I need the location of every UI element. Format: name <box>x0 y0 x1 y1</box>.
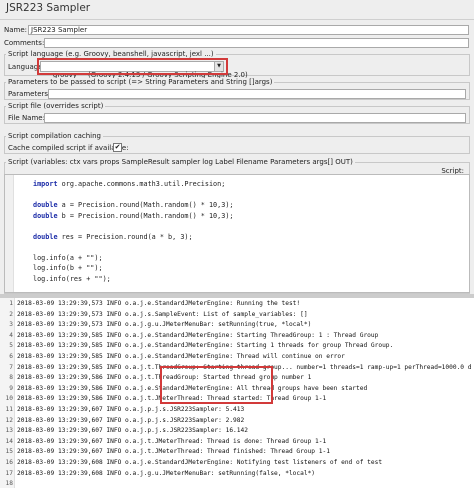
code-line: log.info(b + ""); <box>33 264 103 272</box>
sampler-config-panel: JSR223 Sampler Name: JSR223 Sampler Comm… <box>0 0 474 295</box>
log-line: 2018-03-09 13:29:39,607 INFO o.a.j.t.JMe… <box>17 437 327 445</box>
code-keyword: double <box>33 211 58 220</box>
file-name-label: File Name: <box>8 114 45 122</box>
code-text: b = Precision.round(Math.random() * 10,3… <box>57 211 234 220</box>
code-line: double b = Precision.round(Math.random()… <box>33 212 234 220</box>
log-line: 2018-03-09 13:29:39,585 INFO o.a.j.e.Sta… <box>17 353 345 360</box>
log-line-number: 7 <box>9 363 13 371</box>
log-line: 2018-03-09 13:29:39,573 INFO o.a.j.s.Sam… <box>17 310 308 318</box>
script-group-title: Script (variables: ctx vars props Sample… <box>6 158 355 166</box>
script-editor[interactable]: import org.apache.commons.math3.util.Pre… <box>4 174 470 293</box>
language-highlight <box>37 58 228 75</box>
log-line: 2018-03-09 13:29:39,607 INFO o.a.j.p.j.s… <box>17 427 248 435</box>
parameters-label: Parameters: <box>8 90 51 98</box>
log-line-number: 1 <box>9 300 13 307</box>
log-line: 2018-03-09 13:29:39,585 INFO o.a.j.e.Sta… <box>17 342 394 350</box>
log-line-number: 9 <box>9 384 13 392</box>
log-line: 2018-03-09 13:29:39,573 INFO o.a.j.e.Sta… <box>17 300 301 307</box>
code-text: log.info(b + ""); <box>33 264 103 272</box>
log-line: 2018-03-09 13:29:39,607 INFO o.a.j.p.j.s… <box>17 406 245 413</box>
code-line: double a = Precision.round(Math.random()… <box>33 201 234 209</box>
panel-title: JSR223 Sampler <box>6 2 91 14</box>
script-file-group-title: Script file (overrides script) <box>6 102 106 110</box>
code-line: double res = Precision.round(a * b, 3); <box>33 233 193 241</box>
code-text: org.apache.commons.math3.util.Precision; <box>57 180 226 188</box>
log-line-number: 14 <box>5 437 13 445</box>
log-line: 2018-03-09 13:29:39,607 INFO o.a.j.t.JMe… <box>17 448 330 456</box>
code-line: log.info(a + ""); <box>33 254 103 262</box>
log-line-number: 10 <box>5 395 13 403</box>
code-keyword: import <box>33 180 58 188</box>
code-text: log.info(res + ""); <box>33 274 111 283</box>
log-line-number: 6 <box>9 353 13 360</box>
sampler-output-highlight <box>160 366 273 404</box>
title-divider <box>0 19 474 20</box>
check-icon: ✔ <box>114 143 121 151</box>
script-language-group-title: Script language (e.g. Groovy, beanshell,… <box>6 50 216 58</box>
file-name-field[interactable] <box>44 113 466 123</box>
log-line-number: 17 <box>5 469 13 477</box>
log-line-number: 12 <box>5 416 13 424</box>
code-keyword: double <box>33 232 58 241</box>
log-line-number: 5 <box>9 342 13 350</box>
code-line: import org.apache.commons.math3.util.Pre… <box>33 180 225 188</box>
log-line: 2018-03-09 13:29:39,608 INFO o.a.j.e.Sta… <box>17 459 383 466</box>
code-text: res = Precision.round(a * b, 3); <box>57 232 193 241</box>
name-field[interactable]: JSR223 Sampler <box>28 25 469 35</box>
log-line-number: 11 <box>5 406 13 413</box>
log-line-number: 18 <box>5 480 13 488</box>
editor-gutter <box>5 175 14 292</box>
code-line: log.info(res + ""); <box>33 275 111 283</box>
cache-compiled-label: Cache compiled script if available: <box>8 144 129 152</box>
log-line-number: 16 <box>5 459 13 466</box>
cache-compiled-checkbox[interactable]: ✔ <box>113 143 122 152</box>
parameters-field[interactable] <box>48 89 466 99</box>
log-line: 2018-03-09 13:29:39,608 INFO o.a.j.g.u.J… <box>17 469 316 477</box>
log-line-number: 15 <box>5 448 13 456</box>
code-text: a = Precision.round(Math.random() * 10,3… <box>57 201 234 209</box>
parameters-group-title: Parameters to be passed to script (=> St… <box>6 78 275 86</box>
log-line: 2018-03-09 13:29:39,585 INFO o.a.j.e.Sta… <box>17 331 379 339</box>
log-line-number: 4 <box>9 331 13 339</box>
log-viewer: 1 2018-03-09 13:29:39,573 INFO o.a.j.e.St… <box>0 298 474 488</box>
log-line: 2018-03-09 13:29:39,573 INFO o.a.j.g.u.J… <box>17 321 312 329</box>
compilation-group-title: Script compilation caching <box>6 132 103 140</box>
log-line: 2018-03-09 13:29:39,607 INFO o.a.j.p.j.s… <box>17 416 245 424</box>
code-text: log.info(a + ""); <box>33 253 103 262</box>
name-label: Name: <box>4 26 28 34</box>
comments-field[interactable] <box>44 38 469 48</box>
log-line-number: 2 <box>9 310 13 318</box>
code-keyword: double <box>33 201 58 209</box>
log-line-number: 3 <box>9 321 13 329</box>
log-line-number: 8 <box>9 374 13 382</box>
log-line-number: 13 <box>5 427 13 435</box>
comments-label: Comments: <box>4 39 45 47</box>
